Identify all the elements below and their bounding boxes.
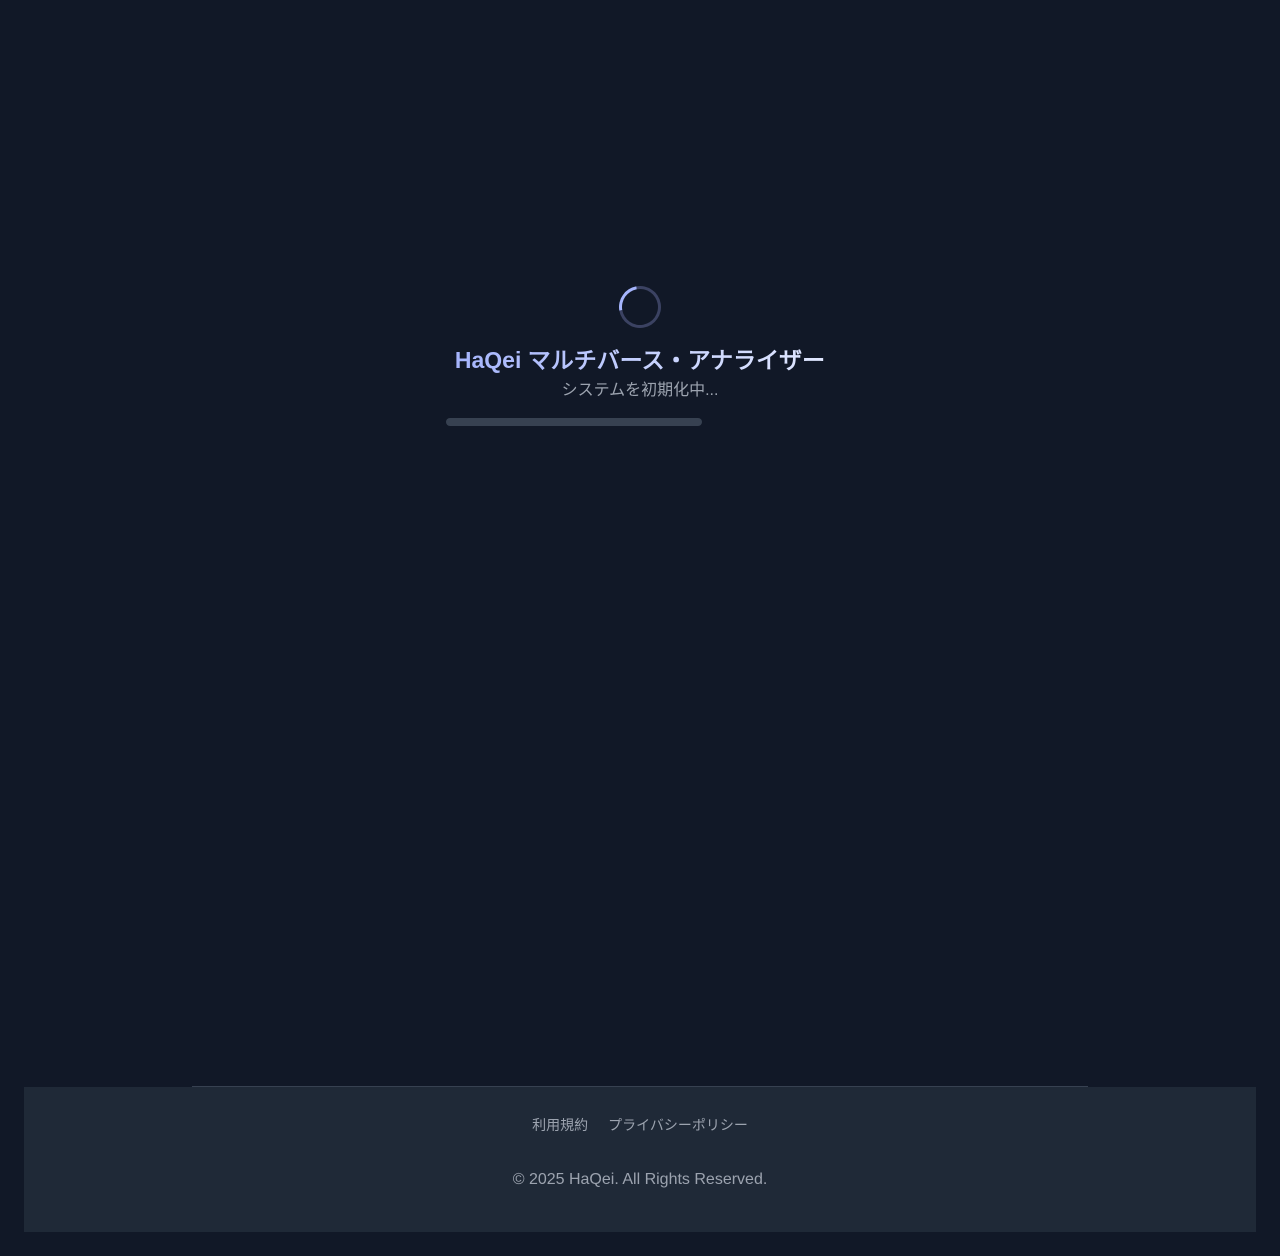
footer-divider	[192, 1086, 1088, 1087]
footer-links: 利用規約 プライバシーポリシー	[24, 1115, 1256, 1135]
app-title: HaQei マルチバース・アナライザー	[455, 344, 825, 376]
copyright-text: © 2025 HaQei. All Rights Reserved.	[512, 1171, 768, 1188]
site-footer: 利用規約 プライバシーポリシー © 2025 HaQei. All Rights…	[24, 1086, 1256, 1232]
privacy-policy-link[interactable]: プライバシーポリシー	[608, 1115, 748, 1135]
loading-progress-bar	[446, 418, 702, 426]
loading-screen: HaQei マルチバース・アナライザー システムを初期化中...	[0, 277, 1280, 426]
terms-link[interactable]: 利用規約	[532, 1115, 588, 1135]
loading-spinner-icon	[610, 277, 670, 337]
loading-status-text: システムを初期化中...	[561, 382, 719, 399]
